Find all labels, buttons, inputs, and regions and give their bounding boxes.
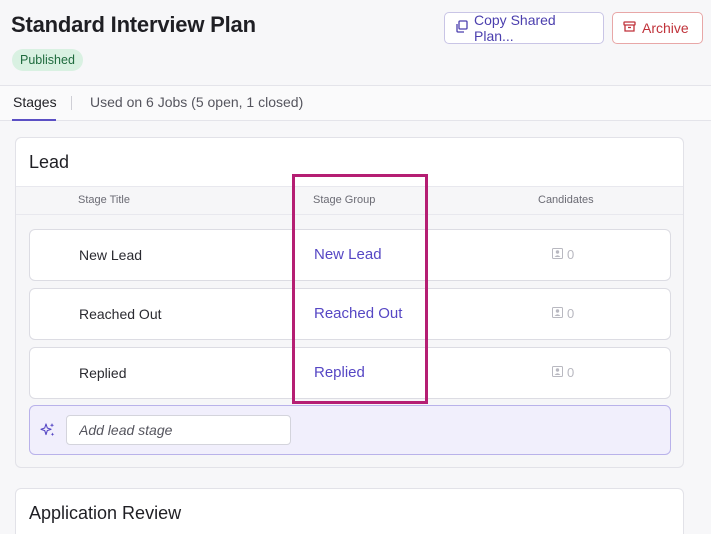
candidate-count-value: 0 [567, 306, 575, 321]
stage-group-link[interactable]: New Lead [314, 246, 382, 263]
stage-title: Reached Out [79, 306, 162, 322]
add-lead-stage-input[interactable] [66, 415, 291, 445]
candidate-count: 0 [552, 306, 574, 321]
copy-shared-plan-label: Copy Shared Plan... [474, 12, 556, 44]
stage-row[interactable]: New Lead New Lead 0 [29, 229, 671, 281]
stage-group-link[interactable]: Reached Out [314, 305, 402, 322]
column-candidates: Candidates [538, 194, 594, 206]
copy-shared-plan-button[interactable]: Copy Shared Plan... [444, 12, 604, 44]
lead-title-bar: Lead [16, 138, 683, 186]
candidate-count-value: 0 [567, 365, 575, 380]
column-stage-group: Stage Group [313, 194, 376, 206]
section-title: Application Review [29, 503, 182, 523]
column-stage-title: Stage Title [78, 194, 130, 206]
tab-jobs-info[interactable]: Used on 6 Jobs (5 open, 1 closed) [90, 94, 303, 110]
candidate-count: 0 [552, 365, 574, 380]
stage-row[interactable]: Replied Replied 0 [29, 347, 671, 399]
page-title: Standard Interview Plan [11, 12, 256, 37]
status-badge: Published [12, 49, 83, 71]
application-review-section: Application Review [15, 488, 684, 534]
stage-title: New Lead [79, 247, 143, 263]
section-title: Lead [29, 152, 70, 172]
person-icon [552, 365, 563, 380]
candidate-count: 0 [552, 247, 574, 262]
stage-group-link[interactable]: Replied [314, 364, 365, 381]
page-header: Standard Interview Plan Published Copy S… [0, 0, 711, 85]
sparkle-icon[interactable] [40, 422, 56, 443]
tab-bar: Stages Used on 6 Jobs (5 open, 1 closed) [0, 85, 711, 121]
tab-stages[interactable]: Stages [13, 94, 57, 110]
archive-label: Archive [642, 20, 689, 36]
add-lead-stage-row [29, 405, 671, 455]
candidate-count-value: 0 [567, 247, 575, 262]
copy-icon [455, 20, 468, 36]
tab-divider [71, 96, 72, 110]
column-header: Stage Title Stage Group Candidates [16, 186, 683, 215]
person-icon [552, 247, 563, 262]
stage-title: Replied [79, 365, 127, 381]
lead-stage-section: Lead Stage Title Stage Group Candidates … [15, 137, 684, 468]
stage-row[interactable]: Reached Out Reached Out 0 [29, 288, 671, 340]
active-tab-indicator [12, 119, 56, 121]
archive-button[interactable]: Archive [612, 12, 703, 44]
person-icon [552, 306, 563, 321]
archive-icon [623, 20, 636, 36]
